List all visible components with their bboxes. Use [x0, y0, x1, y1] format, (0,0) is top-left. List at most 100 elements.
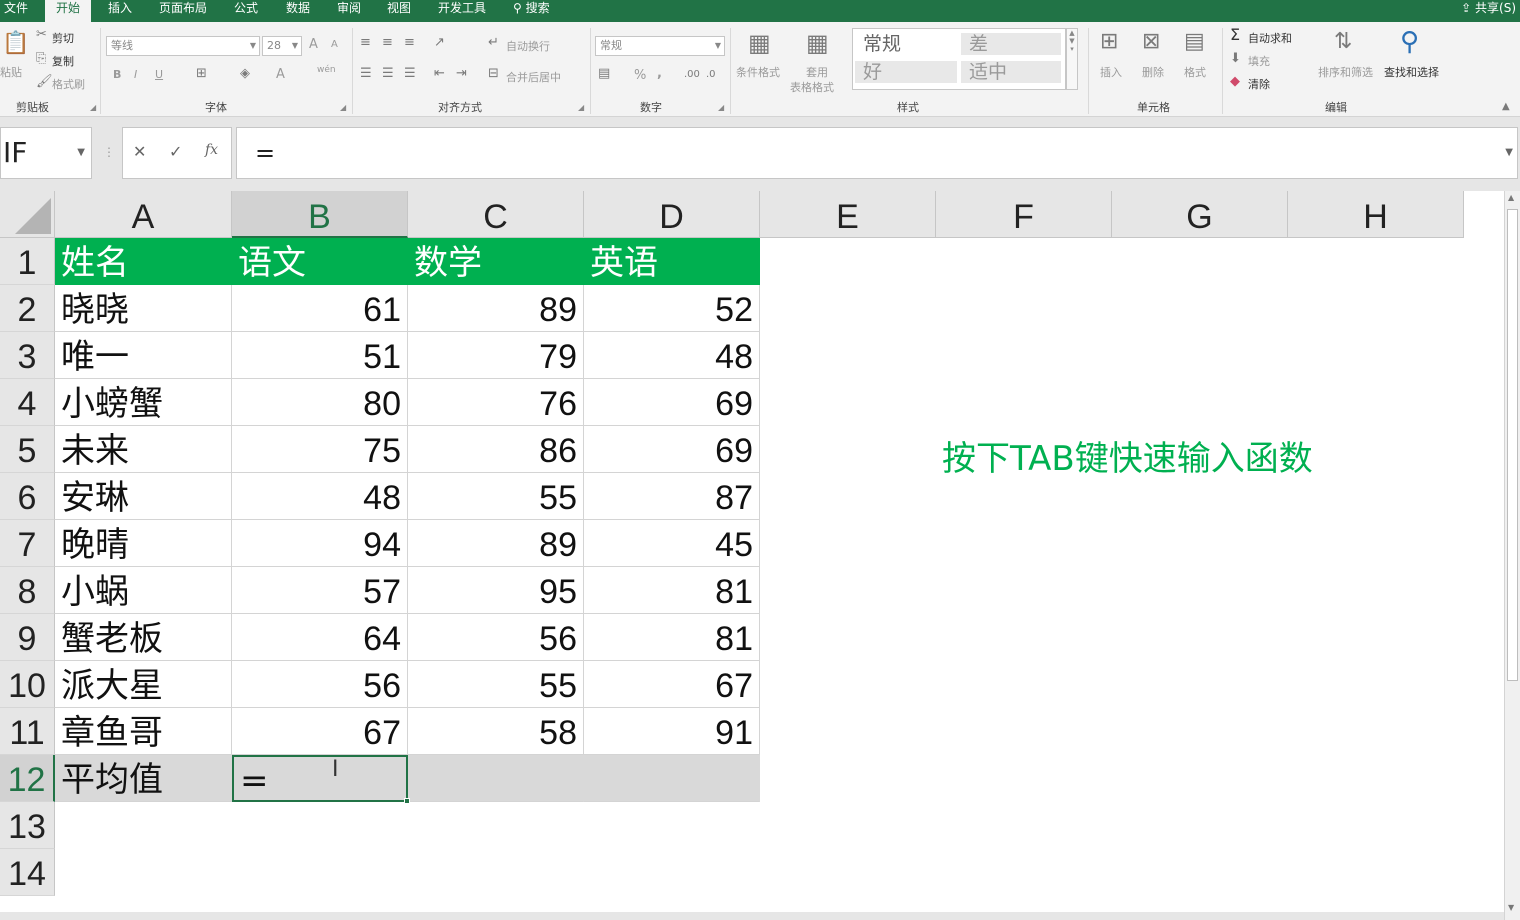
font-launcher-icon[interactable]: ◢ — [340, 103, 346, 112]
table-cell[interactable]: 48 — [584, 332, 760, 379]
paste-button[interactable]: 粘贴 — [0, 64, 22, 80]
table-cell[interactable]: 69 — [584, 426, 760, 473]
table-cell[interactable]: 小蜗 — [55, 567, 232, 614]
gallery-scroll[interactable]: ▲ ▼ ▾ — [1066, 28, 1078, 90]
row-header-14[interactable]: 14 — [0, 849, 55, 896]
format-cells-button[interactable]: 格式 — [1184, 64, 1206, 80]
table-cell[interactable] — [584, 755, 760, 802]
borders-icon[interactable]: ⊞ — [196, 67, 207, 81]
column-header-a[interactable]: A — [55, 191, 232, 238]
tab-search[interactable]: ⚲ 搜索 — [513, 0, 550, 22]
copy-button[interactable]: 复制 — [52, 53, 74, 69]
autosum-button[interactable]: 自动求和 — [1248, 30, 1292, 46]
tab-data[interactable]: 数据 — [286, 0, 310, 22]
align-top-icon[interactable]: ≡ — [360, 36, 371, 50]
tab-home[interactable]: 开始 — [45, 0, 92, 24]
row-header-5[interactable]: 5 — [0, 426, 55, 473]
table-cell[interactable]: 64 — [232, 614, 408, 661]
row-header-2[interactable]: 2 — [0, 285, 55, 332]
clipboard-launcher-icon[interactable]: ◢ — [90, 103, 96, 112]
row-header-3[interactable]: 3 — [0, 332, 55, 379]
font-name-select[interactable]: 等线 ▼ — [106, 36, 260, 56]
column-header-f[interactable]: F — [936, 191, 1112, 238]
collapse-ribbon-icon[interactable]: ▲ — [1502, 100, 1510, 114]
row-header-10[interactable]: 10 — [0, 661, 55, 708]
table-cell[interactable]: 唯一 — [55, 332, 232, 379]
row-header-9[interactable]: 9 — [0, 614, 55, 661]
tab-developer[interactable]: 开发工具 — [438, 0, 486, 22]
cancel-icon[interactable]: ✕ — [133, 142, 146, 161]
align-left-icon[interactable]: ☰ — [360, 67, 372, 81]
table-cell[interactable]: 未来 — [55, 426, 232, 473]
table-cell[interactable]: 52 — [584, 285, 760, 332]
column-header-h[interactable]: H — [1288, 191, 1464, 238]
table-cell[interactable]: 81 — [584, 614, 760, 661]
scroll-down-icon[interactable]: ▼ — [1508, 903, 1514, 912]
table-cell[interactable]: 派大星 — [55, 661, 232, 708]
table-cell[interactable]: 94 — [232, 520, 408, 567]
bold-button[interactable]: B — [113, 68, 121, 81]
table-cell[interactable]: 58 — [408, 708, 584, 755]
font-size-select[interactable]: 28 ▼ — [262, 36, 302, 56]
comma-button[interactable]: , — [657, 66, 662, 81]
table-cell[interactable]: 章鱼哥 — [55, 708, 232, 755]
table-cell[interactable]: 81 — [584, 567, 760, 614]
find-select-button[interactable]: 查找和选择 — [1384, 64, 1439, 80]
table-cell[interactable]: 48 — [232, 473, 408, 520]
table-cell[interactable]: 69 — [584, 379, 760, 426]
tab-file[interactable]: 文件 — [4, 0, 28, 22]
table-cell[interactable]: 91 — [584, 708, 760, 755]
phonetic-button[interactable]: wén — [317, 65, 336, 75]
paste-icon[interactable]: 📋 — [2, 32, 29, 56]
scrollbar-thumb[interactable] — [1507, 209, 1518, 681]
table-cell[interactable]: 79 — [408, 332, 584, 379]
align-middle-icon[interactable]: ≡ — [382, 36, 393, 50]
shrink-font-button[interactable]: A — [331, 39, 338, 50]
insert-cells-button[interactable]: 插入 — [1100, 64, 1122, 80]
row-header-12[interactable]: 12 — [0, 755, 55, 802]
share-button[interactable]: ⇪ 共享(S) — [1461, 0, 1516, 16]
table-cell[interactable]: 55 — [408, 661, 584, 708]
table-cell[interactable]: 95 — [408, 567, 584, 614]
name-box[interactable]: IF ▼ — [0, 127, 92, 179]
table-cell[interactable]: 蟹老板 — [55, 614, 232, 661]
format-painter-button[interactable]: 格式刷 — [52, 76, 85, 92]
percent-button[interactable]: % — [634, 68, 646, 83]
cut-button[interactable]: 剪切 — [52, 30, 74, 46]
italic-button[interactable]: I — [134, 68, 137, 81]
delete-cells-button[interactable]: 删除 — [1142, 64, 1164, 80]
table-cell[interactable] — [408, 755, 584, 802]
table-cell[interactable]: 67 — [584, 661, 760, 708]
table-cell[interactable]: 晓晓 — [55, 285, 232, 332]
row-header-11[interactable]: 11 — [0, 708, 55, 755]
table-cell[interactable]: 安琳 — [55, 473, 232, 520]
table-header-cell[interactable]: 语文 — [232, 238, 408, 285]
table-cell[interactable]: 89 — [408, 520, 584, 567]
currency-icon[interactable]: ▤ — [598, 67, 610, 81]
row-header-4[interactable]: 4 — [0, 379, 55, 426]
table-cell[interactable]: 51 — [232, 332, 408, 379]
tab-review[interactable]: 审阅 — [337, 0, 361, 22]
tab-view[interactable]: 视图 — [387, 0, 411, 22]
table-cell[interactable]: 61 — [232, 285, 408, 332]
table-header-cell[interactable]: 姓名 — [55, 238, 232, 285]
worksheet-grid[interactable]: ABCDEFGH 1 2 3 4 5 6 7 8 9 10 11 12 13 14 姓名 语文 数学 英语 晓晓 6… — [0, 191, 1504, 920]
increase-decimal-icon[interactable]: .00 — [684, 68, 700, 82]
table-cell[interactable]: 55 — [408, 473, 584, 520]
vertical-scrollbar[interactable]: ▲ ▼ — [1504, 191, 1520, 920]
row-header-1[interactable]: 1 — [0, 238, 55, 285]
table-cell[interactable]: 45 — [584, 520, 760, 567]
table-cell[interactable]: 87 — [584, 473, 760, 520]
table-cell[interactable]: 67 — [232, 708, 408, 755]
drag-handle-icon[interactable]: ⋮ — [103, 145, 115, 159]
style-neutral[interactable]: 适中 — [961, 61, 1061, 83]
table-header-cell[interactable]: 数学 — [408, 238, 584, 285]
column-header-c[interactable]: C — [408, 191, 584, 238]
table-cell[interactable]: 75 — [232, 426, 408, 473]
style-bad[interactable]: 差 — [961, 33, 1061, 55]
table-cell[interactable]: 86 — [408, 426, 584, 473]
scroll-up-icon[interactable]: ▲ — [1508, 193, 1514, 202]
column-header-g[interactable]: G — [1112, 191, 1288, 238]
row-header-6[interactable]: 6 — [0, 473, 55, 520]
font-color-button[interactable]: A — [276, 67, 285, 82]
